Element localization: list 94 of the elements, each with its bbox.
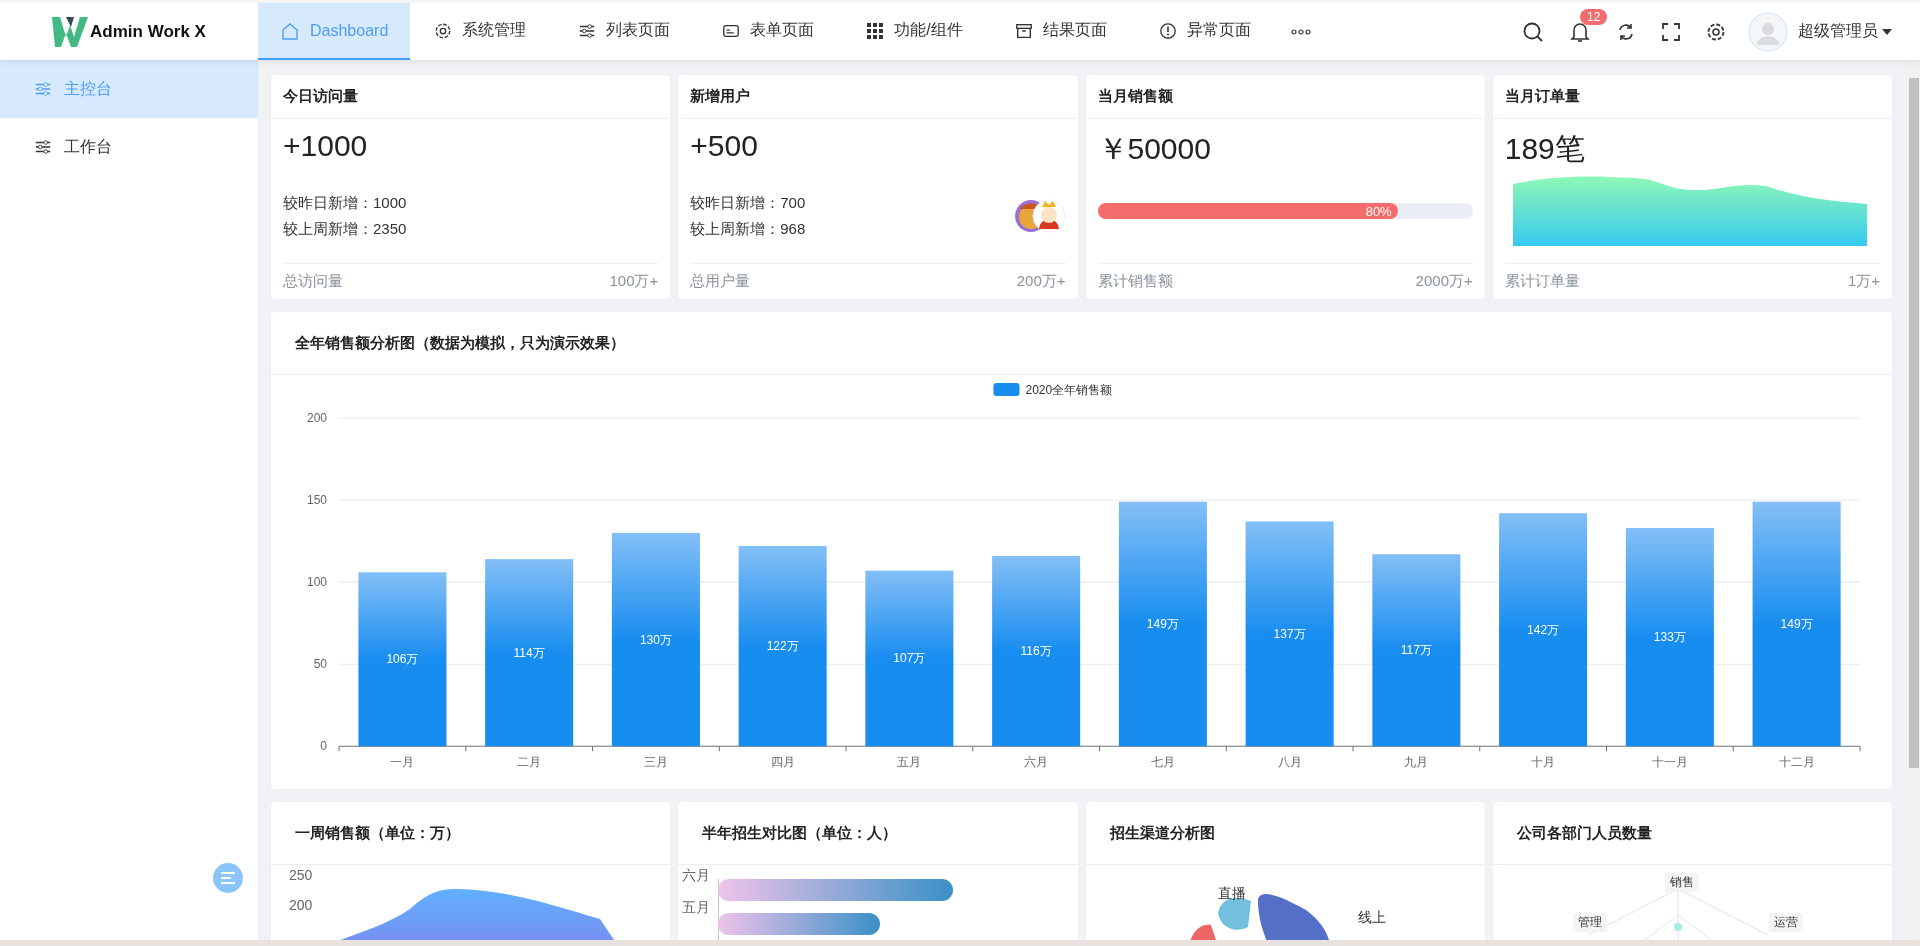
footer-value: 200万+ xyxy=(1016,272,1066,291)
bar-value-label: 142万 xyxy=(1527,622,1560,637)
bar-value-label: 117万 xyxy=(1400,643,1432,658)
axis-category-label: 八月 xyxy=(1277,755,1302,770)
nav-tab[interactable]: 功能/组件 xyxy=(842,3,991,60)
axis-tick-label: 50 xyxy=(313,657,328,672)
bar-value-label: 116万 xyxy=(1020,644,1052,659)
bar-value-label: 133万 xyxy=(1653,630,1686,645)
stat-value: +500 xyxy=(690,128,759,164)
nav-tab[interactable]: 异常页面 xyxy=(1134,3,1279,60)
chart-label: 管理 xyxy=(1572,913,1607,933)
chart-label: 线上 xyxy=(1357,909,1386,928)
axis-tick-label: 200 xyxy=(289,897,313,914)
card-title: 今日访问量 xyxy=(283,87,358,106)
card-title: 全年销售额分析图（数据为模拟，只为演示效果） xyxy=(295,333,625,353)
stat-value: 189笔 xyxy=(1504,131,1586,167)
stat-detail: 较昨日新增：1000 xyxy=(283,193,407,213)
card-title: 当月订单量 xyxy=(1504,87,1580,106)
stat-detail: 较昨日新增：700 xyxy=(690,193,806,213)
stat-detail: 较上周新增：2350 xyxy=(283,219,407,239)
card-title: 招生渠道分析图 xyxy=(1109,823,1215,843)
axis-category-label: 五月 xyxy=(682,899,711,918)
bar-value-label: 137万 xyxy=(1273,626,1306,641)
sidebar-item[interactable]: 工作台 xyxy=(0,118,258,176)
stat-detail: 较上周新增：968 xyxy=(690,219,806,239)
axis-category-label: 三月 xyxy=(643,755,668,770)
bar-value-label: 130万 xyxy=(639,632,672,647)
grid-icon xyxy=(866,21,885,40)
refresh-icon[interactable] xyxy=(1616,21,1636,42)
bar-value-label: 149万 xyxy=(1780,616,1813,631)
axis-tick-label: 0 xyxy=(320,739,328,754)
app-name: Admin Work X xyxy=(90,21,206,42)
legend-label: 2020全年销售额 xyxy=(1025,383,1113,397)
axis-tick-label: 150 xyxy=(307,493,328,508)
axis-tick-label: 250 xyxy=(289,867,313,884)
card-title: 新增用户 xyxy=(690,87,751,106)
footer-label: 累计订单量 xyxy=(1504,272,1580,291)
fullscreen-icon[interactable] xyxy=(1662,22,1680,41)
bar-value-label: 107万 xyxy=(893,651,926,666)
horizontal-scrollbar[interactable] xyxy=(0,940,1920,946)
settings-icon[interactable] xyxy=(1706,21,1726,42)
axis-category-label: 五月 xyxy=(897,755,922,770)
sliders-icon xyxy=(34,138,52,156)
footer-value: 100万+ xyxy=(609,272,659,291)
axis-category-label: 十一月 xyxy=(1651,755,1688,770)
axis-category-label: 四月 xyxy=(770,755,795,770)
axis-category-label: 九月 xyxy=(1404,755,1429,770)
home-icon xyxy=(280,20,300,41)
sliders-icon xyxy=(34,80,52,98)
chart-label: 运营 xyxy=(1768,913,1803,933)
more-icon[interactable] xyxy=(1290,28,1311,35)
progress-label: 80% xyxy=(1365,203,1392,219)
notification-badge: 12 xyxy=(1580,8,1608,25)
logo-icon xyxy=(52,16,89,47)
caret-icon[interactable] xyxy=(1882,28,1892,35)
axis-tick-label: 100 xyxy=(307,575,328,590)
axis-category-label: 二月 xyxy=(517,755,542,770)
axis-tick-label: 200 xyxy=(307,411,328,426)
nav-tab[interactable]: 表单页面 xyxy=(698,3,843,60)
chart-label: 销售 xyxy=(1664,873,1699,893)
axis-category-label: 十月 xyxy=(1531,755,1556,770)
bar-value-label: 149万 xyxy=(1146,616,1179,631)
bar-value-label: 122万 xyxy=(766,639,799,654)
nav-tab[interactable]: 列表页面 xyxy=(554,3,699,60)
footer-value: 1万+ xyxy=(1847,272,1880,291)
bell-icon[interactable] xyxy=(1570,20,1590,43)
footer-label: 总用户量 xyxy=(690,272,751,291)
chart-label: 直播 xyxy=(1217,885,1246,904)
sliders-icon xyxy=(578,21,597,40)
stat-value: +1000 xyxy=(283,128,369,164)
axis-category-label: 六月 xyxy=(1024,755,1049,770)
card-title: 公司各部门人员数量 xyxy=(1516,823,1652,843)
axis-category-label: 十二月 xyxy=(1778,755,1815,770)
card-title: 当月销售额 xyxy=(1097,87,1173,106)
bar-value-label: 114万 xyxy=(513,645,545,660)
card-title: 一周销售额（单位：万） xyxy=(295,823,460,843)
footer-label: 总访问量 xyxy=(283,272,343,291)
bar-value-label: 106万 xyxy=(386,652,419,667)
nav-tab[interactable]: 系统管理 xyxy=(410,3,555,60)
axis-category-label: 六月 xyxy=(682,867,711,886)
search-icon[interactable] xyxy=(1522,20,1544,43)
footer-label: 累计销售额 xyxy=(1097,272,1173,291)
gear-icon xyxy=(434,21,453,40)
footer-value: 2000万+ xyxy=(1415,272,1473,291)
archive-icon xyxy=(1014,21,1033,40)
user-name[interactable]: 超级管理员 xyxy=(1798,21,1878,42)
nav-tab[interactable]: 结果页面 xyxy=(990,3,1135,60)
axis-category-label: 七月 xyxy=(1150,755,1175,770)
axis-category-label: 一月 xyxy=(390,755,415,770)
alert-icon xyxy=(1158,21,1177,40)
legend-swatch xyxy=(993,383,1020,396)
card-title: 半年招生对比图（单位：人） xyxy=(702,823,898,843)
stat-value: ￥50000 xyxy=(1097,131,1212,167)
scrollbar-thumb[interactable] xyxy=(1909,78,1919,768)
